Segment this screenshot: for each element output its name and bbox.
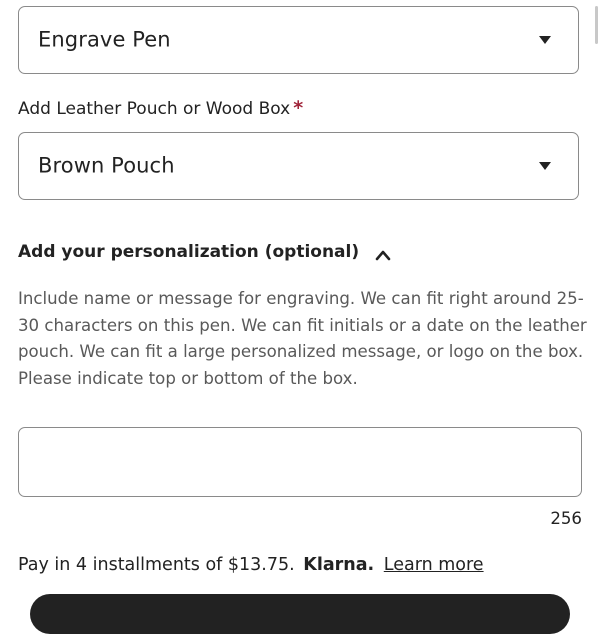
personalization-toggle[interactable]: Add your personalization (optional)	[18, 240, 391, 264]
personalization-title: Add your personalization (optional)	[18, 242, 360, 262]
pouch-select[interactable]: Brown Pouch	[18, 132, 579, 200]
installments-text: Pay in 4 installments of $13.75.	[18, 555, 295, 575]
required-star: *	[293, 97, 304, 119]
engrave-select-value: Engrave Pen	[38, 27, 171, 52]
pouch-select-label: Add Leather Pouch or Wood Box *	[18, 97, 303, 119]
pouch-label-text: Add Leather Pouch or Wood Box	[18, 99, 291, 119]
klarna-logo: Klarna.	[303, 555, 375, 575]
learn-more-link[interactable]: Learn more	[384, 555, 484, 575]
scrollbar[interactable]	[595, 6, 598, 44]
add-to-cart-button[interactable]	[30, 594, 570, 634]
caret-down-icon	[539, 36, 551, 44]
caret-down-icon	[539, 162, 551, 170]
pouch-select-value: Brown Pouch	[38, 153, 175, 178]
installments-info: Pay in 4 installments of $13.75. Klarna.…	[18, 555, 484, 575]
personalization-input[interactable]	[18, 427, 582, 497]
personalization-description: Include name or message for engraving. W…	[18, 289, 587, 388]
chevron-up-icon	[375, 246, 391, 261]
engrave-select[interactable]: Engrave Pen	[18, 6, 579, 74]
character-count: 256	[550, 509, 582, 528]
